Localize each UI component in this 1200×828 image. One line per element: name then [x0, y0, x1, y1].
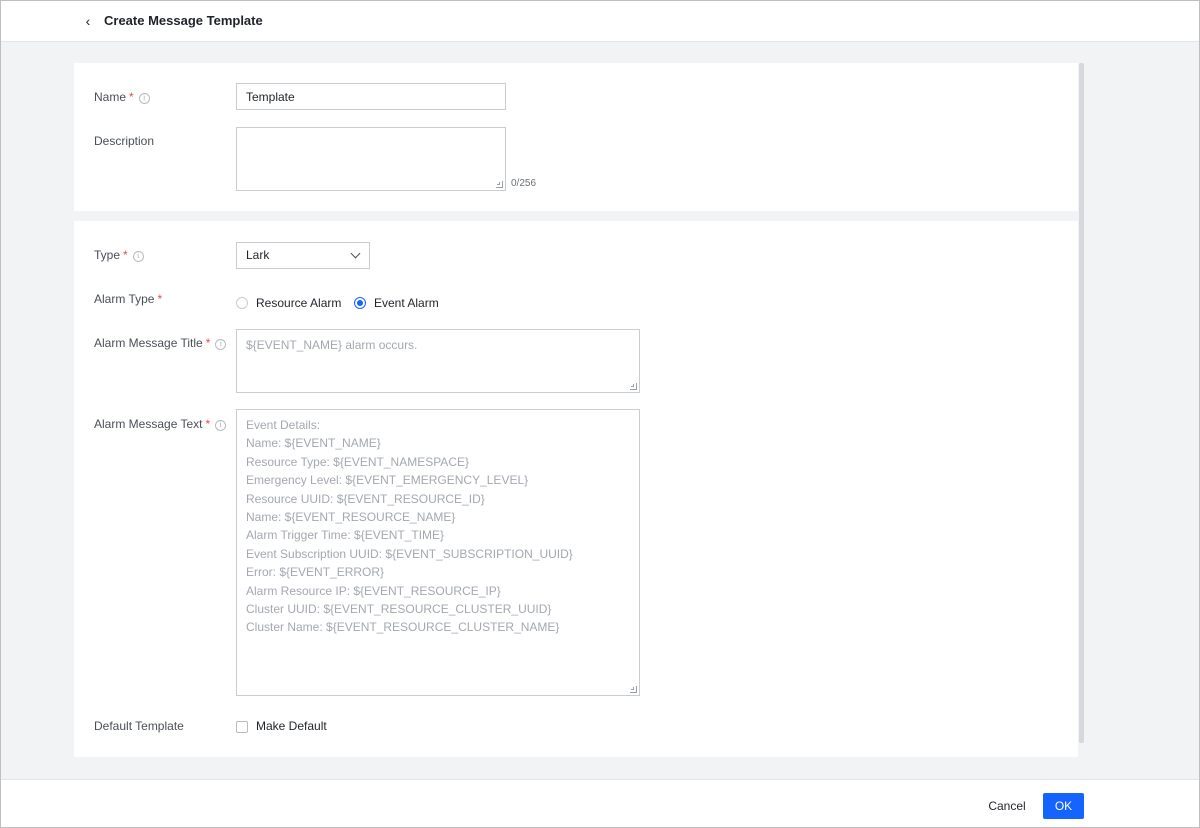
resize-handle[interactable] [630, 383, 637, 390]
radio-event-alarm[interactable] [354, 297, 366, 309]
character-counter: 0/256 [511, 178, 537, 189]
message-title-label: Alarm Message Title * i [94, 336, 227, 350]
required-mark: * [157, 292, 163, 306]
chevron-down-icon [350, 248, 361, 259]
required-mark: * [129, 90, 134, 104]
radio-resource-alarm-label[interactable]: Resource Alarm [256, 296, 341, 310]
page-footer: Cancel OK [1, 779, 1199, 827]
name-input[interactable] [236, 83, 506, 110]
alarm-type-label: Alarm Type * [94, 292, 163, 306]
info-icon[interactable]: i [132, 251, 144, 262]
default-template-label: Default Template [94, 719, 184, 733]
message-text-textarea[interactable]: Event Details: Name: ${EVENT_NAME} Resou… [236, 409, 640, 696]
info-icon[interactable]: i [215, 420, 227, 431]
message-text-label: Alarm Message Text * i [94, 417, 227, 431]
type-label: Type * i [94, 248, 144, 262]
info-icon[interactable]: i [138, 93, 150, 104]
make-default-checkbox[interactable] [236, 721, 248, 733]
required-mark: * [205, 417, 211, 431]
cancel-button[interactable]: Cancel [977, 798, 1037, 814]
page-header: ‹ Create Message Template [1, 1, 1199, 42]
type-select[interactable]: Lark [236, 242, 370, 269]
radio-resource-alarm[interactable] [236, 297, 248, 309]
description-textarea[interactable] [236, 127, 506, 191]
required-mark: * [123, 248, 128, 262]
message-text-placeholder: Event Details: Name: ${EVENT_NAME} Resou… [246, 418, 573, 635]
description-label: Description [94, 134, 155, 148]
message-title-textarea[interactable]: ${EVENT_NAME} alarm occurs. [236, 329, 640, 393]
back-icon[interactable]: ‹ [81, 13, 95, 29]
resize-handle[interactable] [496, 181, 503, 188]
required-mark: * [205, 336, 211, 350]
radio-event-alarm-label[interactable]: Event Alarm [374, 296, 439, 310]
message-config-card: Type * i Lark Alarm Type * Resource Alarm E… [74, 221, 1078, 757]
basic-info-card: Name*i Description 0/256 [74, 63, 1078, 211]
name-label: Name * i [94, 90, 150, 104]
ok-button[interactable]: OK [1043, 793, 1084, 819]
message-title-placeholder: ${EVENT_NAME} alarm occurs. [246, 338, 418, 352]
scrollbar[interactable] [1079, 63, 1084, 743]
page-frame: ‹ Create Message Template Name*i Descrip… [0, 0, 1200, 828]
page-title: Create Message Template [104, 13, 263, 28]
type-select-value: Lark [246, 248, 270, 262]
resize-handle[interactable] [630, 686, 637, 693]
info-icon[interactable]: i [215, 339, 227, 350]
make-default-label[interactable]: Make Default [256, 719, 327, 733]
